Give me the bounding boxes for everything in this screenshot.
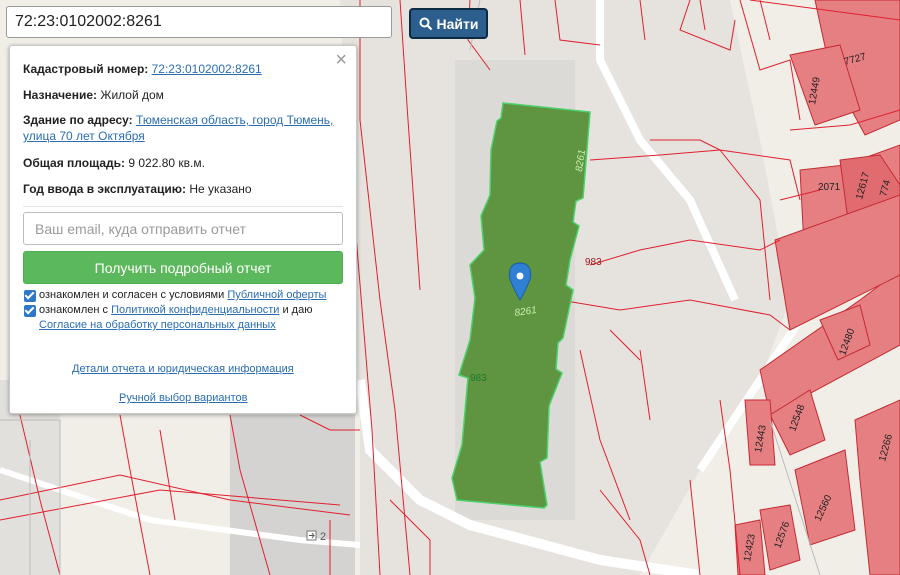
label-983-left: 983	[470, 373, 487, 384]
divider	[23, 206, 343, 207]
report-details-link[interactable]: Детали отчета и юридическая информация	[72, 363, 294, 375]
label-983-right: 983	[585, 257, 602, 268]
address-link-line2[interactable]: улица 70 лет Октября	[23, 129, 145, 143]
offer-agreement-text: ознакомлен и согласен с условиями Публич…	[39, 289, 327, 301]
cadastral-number-label: Кадастровый номер:	[23, 62, 149, 76]
personal-data-consent-link[interactable]: Согласие на обработку персональных данны…	[39, 319, 276, 331]
address-link-line1[interactable]: Тюменская область, город Тюмень,	[136, 113, 333, 127]
manual-selection-link[interactable]: Ручной выбор вариантов	[119, 392, 247, 404]
object-info-popup: × Кадастровый номер: 72:23:0102002:8261 …	[9, 45, 357, 414]
year-row: Год ввода в эксплуатацию: Не указано	[23, 181, 343, 197]
label-2071: 2071	[818, 182, 841, 193]
area-row: Общая площадь: 9 022.80 кв.м.	[23, 155, 343, 171]
email-field[interactable]	[23, 212, 343, 245]
privacy-policy-link[interactable]: Политикой конфиденциальности	[111, 304, 279, 316]
cadastral-search-input[interactable]	[6, 6, 392, 38]
purpose-label: Назначение:	[23, 88, 98, 102]
search-button[interactable]: Найти	[409, 8, 488, 39]
get-report-button-label: Получить подробный отчет	[94, 259, 272, 276]
entrance-number: 2	[320, 531, 326, 543]
area-label: Общая площадь:	[23, 156, 126, 170]
area-value: 9 022.80 кв.м.	[128, 156, 205, 170]
address-row: Здание по адресу: Тюменская область, гор…	[23, 112, 343, 144]
purpose-value: Жилой дом	[100, 88, 164, 102]
search-icon	[419, 17, 432, 30]
public-offer-link[interactable]: Публичной оферты	[227, 289, 326, 301]
offer-agreement-checkbox[interactable]	[24, 290, 36, 302]
address-label: Здание по адресу:	[23, 113, 133, 127]
privacy-agreement-checkbox[interactable]	[24, 305, 36, 317]
get-report-button[interactable]: Получить подробный отчет	[23, 251, 343, 284]
privacy-agreement-text: ознакомлен с Политикой конфиденциальност…	[39, 304, 313, 331]
search-button-label: Найти	[436, 15, 479, 32]
year-value: Не указано	[189, 182, 252, 196]
purpose-row: Назначение: Жилой дом	[23, 87, 343, 103]
cadastral-number-row: Кадастровый номер: 72:23:0102002:8261	[23, 61, 343, 77]
entrance-icon	[306, 530, 317, 541]
year-label: Год ввода в эксплуатацию:	[23, 182, 187, 196]
cadastral-number-link[interactable]: 72:23:0102002:8261	[152, 62, 262, 76]
